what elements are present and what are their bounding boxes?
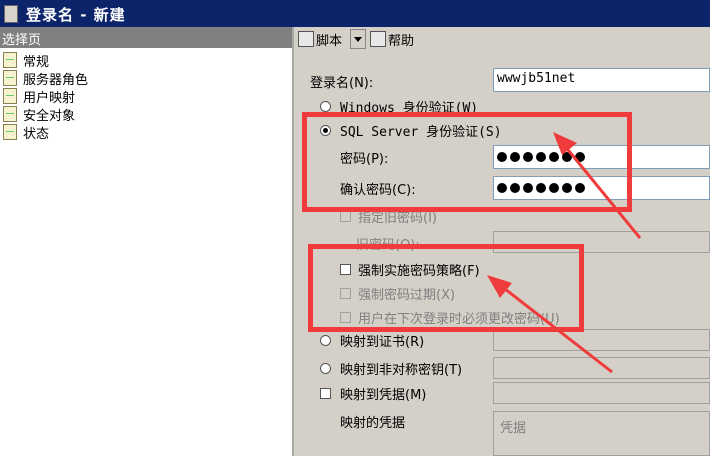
window-icon xyxy=(4,5,18,23)
select-page-title: 选择页 xyxy=(2,33,42,48)
window-title: 登录名 - 新建 xyxy=(26,6,126,24)
page-icon xyxy=(3,106,17,122)
nav-item-label: 安全对象 xyxy=(23,109,76,124)
page-list: 常规 服务器角色 用户映射 安全对象 状态 xyxy=(0,48,292,456)
credential-select[interactable] xyxy=(493,382,710,404)
map-asym-key-label: 映射到非对称密钥(T) xyxy=(340,363,463,378)
cert-select[interactable] xyxy=(493,329,710,351)
login-name-label: 登录名(N): xyxy=(310,76,374,91)
login-name-input[interactable]: wwwjb51net xyxy=(493,68,710,92)
mapped-credentials-grid[interactable]: 凭据 xyxy=(493,411,710,456)
script-dropdown-arrow-icon[interactable] xyxy=(350,29,366,49)
nav-item-label: 状态 xyxy=(23,127,50,142)
script-icon xyxy=(298,31,314,47)
title-bar: 登录名 - 新建 xyxy=(0,0,710,27)
help-button[interactable]: 帮助 xyxy=(368,29,424,49)
login-name-value: wwwjb51net xyxy=(497,71,576,86)
help-icon xyxy=(370,31,386,47)
map-cert-label: 映射到证书(R) xyxy=(340,335,425,350)
annotation-box-policy xyxy=(308,244,584,332)
asym-key-select[interactable] xyxy=(493,357,710,379)
specify-old-password-checkbox[interactable] xyxy=(340,211,351,222)
map-credential-checkbox[interactable] xyxy=(320,388,331,399)
map-credential-label: 映射到凭据(M) xyxy=(340,388,427,403)
nav-item-label: 服务器角色 xyxy=(23,73,89,88)
page-icon xyxy=(3,52,17,68)
nav-item-label: 用户映射 xyxy=(23,91,76,106)
map-asym-key-radio[interactable] xyxy=(320,363,331,374)
help-button-label: 帮助 xyxy=(388,34,415,49)
page-icon xyxy=(3,88,17,104)
script-button[interactable]: 脚本 xyxy=(296,29,348,49)
select-page-header: 选择页 xyxy=(0,27,292,48)
map-cert-radio[interactable] xyxy=(320,335,331,346)
nav-item-label: 常规 xyxy=(23,55,50,70)
annotation-box-auth xyxy=(302,112,632,212)
script-button-label: 脚本 xyxy=(316,34,343,49)
toolbar: 脚本 帮助 xyxy=(294,27,710,51)
page-icon xyxy=(3,124,17,140)
mapped-credentials-label: 映射的凭据 xyxy=(340,416,406,431)
page-icon xyxy=(3,70,17,86)
credential-column-header: 凭据 xyxy=(500,421,527,436)
windows-auth-radio[interactable] xyxy=(320,101,331,112)
